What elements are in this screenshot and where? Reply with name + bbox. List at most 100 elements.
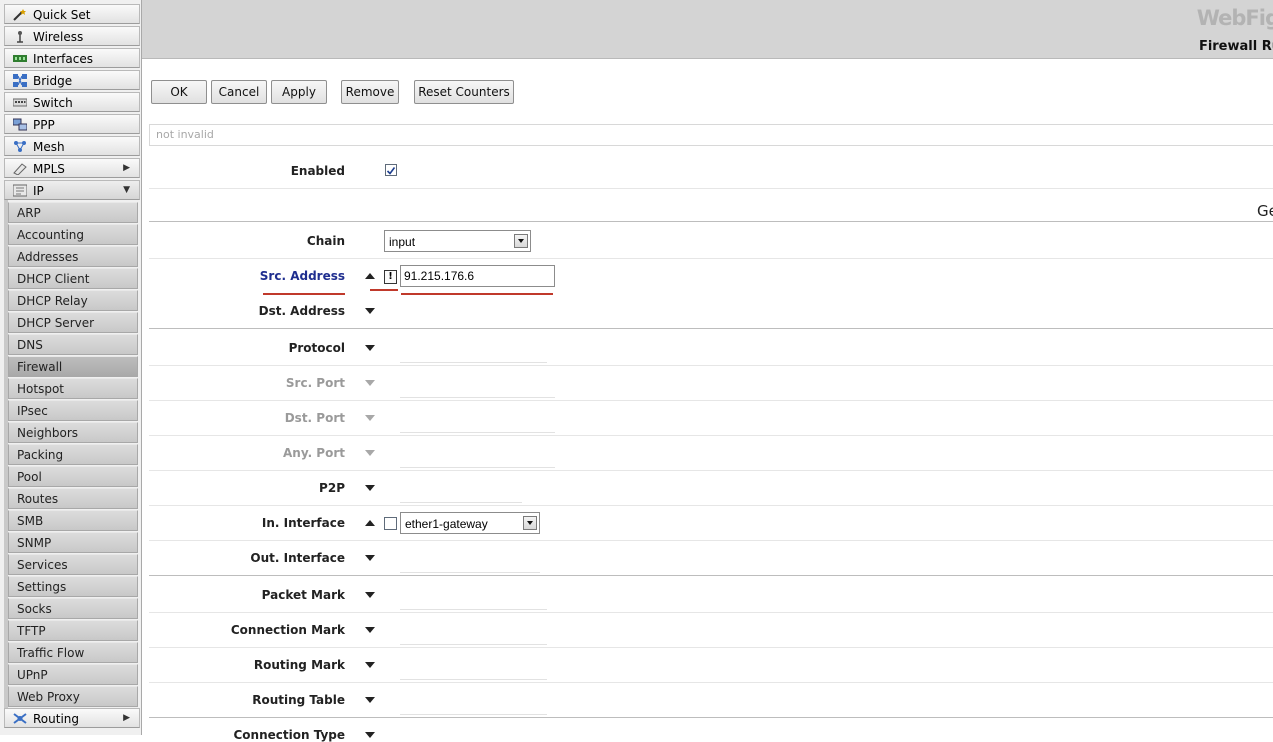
sidebar-subitem-label: Socks: [17, 602, 52, 616]
expand-dst-address-icon[interactable]: [365, 308, 375, 314]
sidebar-subitem-dhcp-relay[interactable]: DHCP Relay: [8, 290, 138, 311]
sidebar-subitem-services[interactable]: Services: [8, 554, 138, 575]
sidebar-subitem-web-proxy[interactable]: Web Proxy: [8, 686, 138, 707]
sidebar-item-switch[interactable]: Switch: [4, 92, 140, 112]
reset-counters-button[interactable]: Reset Counters: [414, 80, 514, 104]
sidebar-subitem-settings[interactable]: Settings: [8, 576, 138, 597]
sidebar-subitem-accounting[interactable]: Accounting: [8, 224, 138, 245]
webfig-logo: WebFig: [1196, 6, 1273, 30]
sidebar-item-label: MPLS: [33, 162, 65, 176]
sidebar-subitem-smb[interactable]: SMB: [8, 510, 138, 531]
chain-select[interactable]: input: [384, 230, 531, 252]
field-underline: [400, 714, 547, 715]
sidebar-subitem-ipsec[interactable]: IPsec: [8, 400, 138, 421]
sidebar-item-wireless[interactable]: Wireless: [4, 26, 140, 46]
connection-mark-label: Connection Mark: [230, 623, 345, 637]
sidebar-subitem-label: ARP: [17, 206, 41, 220]
sidebar-subitem-upnp[interactable]: UPnP: [8, 664, 138, 685]
routing-table-label: Routing Table: [252, 693, 345, 707]
in-interface-negate-checkbox[interactable]: [384, 517, 397, 530]
sidebar-subitem-dns[interactable]: DNS: [8, 334, 138, 355]
dropdown-arrow-icon[interactable]: [514, 234, 528, 248]
src-port-label: Src. Port: [285, 376, 345, 390]
src-address-input[interactable]: 91.215.176.6: [400, 265, 555, 287]
expand-out-interface-icon[interactable]: [365, 555, 375, 561]
in-interface-label: In. Interface: [261, 516, 345, 530]
sidebar-subitem-traffic-flow[interactable]: Traffic Flow: [8, 642, 138, 663]
status-bar: not invalid: [149, 124, 1273, 146]
row-divider: [149, 400, 1273, 401]
sidebar-item-routing[interactable]: Routing ▶: [4, 708, 140, 728]
sidebar-subitem-tftp[interactable]: TFTP: [8, 620, 138, 641]
row-divider: [149, 258, 1273, 259]
chevron-right-icon: ▶: [123, 163, 130, 173]
expand-src-port-icon[interactable]: [365, 380, 375, 386]
sidebar-item-mpls[interactable]: MPLS ▶: [4, 158, 140, 178]
expand-packet-mark-icon[interactable]: [365, 592, 375, 598]
sidebar-item-mesh[interactable]: Mesh: [4, 136, 140, 156]
src-address-negate-toggle[interactable]: !: [384, 270, 397, 284]
sidebar-item-ppp[interactable]: PPP: [4, 114, 140, 134]
sidebar-subitem-label: Accounting: [17, 228, 85, 242]
sidebar-subitem-label: SNMP: [17, 536, 52, 550]
row-divider: [149, 682, 1273, 683]
apply-button[interactable]: Apply: [271, 80, 327, 104]
any-port-label: Any. Port: [283, 446, 345, 460]
cancel-button[interactable]: Cancel: [211, 80, 267, 104]
collapse-in-interface-icon[interactable]: [365, 520, 375, 526]
sidebar-subitem-pool[interactable]: Pool: [8, 466, 138, 487]
sidebar-item-label: Mesh: [33, 140, 65, 154]
sidebar-item-bridge[interactable]: Bridge: [4, 70, 140, 90]
ip-icon: [13, 184, 27, 197]
sidebar-subitem-dhcp-server[interactable]: DHCP Server: [8, 312, 138, 333]
sidebar-subitem-label: Firewall: [17, 360, 63, 374]
sidebar-subitem-socks[interactable]: Socks: [8, 598, 138, 619]
expand-p2p-icon[interactable]: [365, 485, 375, 491]
sidebar-subitem-addresses[interactable]: Addresses: [8, 246, 138, 267]
ok-button[interactable]: OK: [151, 80, 207, 104]
in-interface-select[interactable]: ether1-gateway: [400, 512, 540, 534]
sidebar-subitem-routes[interactable]: Routes: [8, 488, 138, 509]
sidebar-item-label: Interfaces: [33, 52, 93, 66]
sidebar-subitem-dhcp-client[interactable]: DHCP Client: [8, 268, 138, 289]
sidebar-subitem-arp[interactable]: ARP: [8, 202, 138, 223]
expand-any-port-icon[interactable]: [365, 450, 375, 456]
expand-connection-type-icon[interactable]: [365, 732, 375, 738]
expand-routing-table-icon[interactable]: [365, 697, 375, 703]
sidebar-subitem-hotspot[interactable]: Hotspot: [8, 378, 138, 399]
chevron-right-icon: ▶: [123, 713, 130, 723]
enabled-label: Enabled: [290, 164, 345, 178]
checkmark-icon: [386, 167, 396, 175]
sidebar-subitem-label: Neighbors: [17, 426, 79, 440]
remove-button[interactable]: Remove: [341, 80, 399, 104]
dst-port-label: Dst. Port: [284, 411, 345, 425]
sidebar-item-interfaces[interactable]: Interfaces: [4, 48, 140, 68]
sidebar-subitem-firewall[interactable]: Firewall: [8, 356, 138, 377]
sidebar-subitem-neighbors[interactable]: Neighbors: [8, 422, 138, 443]
expand-routing-mark-icon[interactable]: [365, 662, 375, 668]
field-underline: [400, 397, 555, 398]
sidebar-subitem-snmp[interactable]: SNMP: [8, 532, 138, 553]
sidebar-item-quick-set[interactable]: Quick Set: [4, 4, 140, 24]
collapse-src-address-icon[interactable]: [365, 273, 375, 279]
row-divider: [149, 647, 1273, 648]
row-divider: [149, 435, 1273, 436]
section-divider: [149, 575, 1273, 576]
enabled-checkbox[interactable]: [385, 164, 397, 176]
sidebar-item-label: Routing: [33, 712, 80, 726]
wand-icon: [13, 9, 26, 21]
row-divider: [149, 188, 1273, 189]
sidebar-item-ip[interactable]: IP ▼: [4, 180, 140, 200]
sidebar-item-label: Switch: [33, 96, 73, 110]
out-interface-label: Out. Interface: [250, 551, 345, 565]
field-underline: [400, 362, 547, 363]
tab-general[interactable]: Ge: [1257, 202, 1273, 220]
dropdown-arrow-icon[interactable]: [523, 516, 537, 530]
sidebar-subitem-packing[interactable]: Packing: [8, 444, 138, 465]
expand-protocol-icon[interactable]: [365, 345, 375, 351]
switch-icon: [13, 98, 27, 107]
sidebar-item-label: Quick Set: [33, 8, 91, 22]
expand-dst-port-icon[interactable]: [365, 415, 375, 421]
expand-connection-mark-icon[interactable]: [365, 627, 375, 633]
mpls-icon: [13, 163, 27, 175]
